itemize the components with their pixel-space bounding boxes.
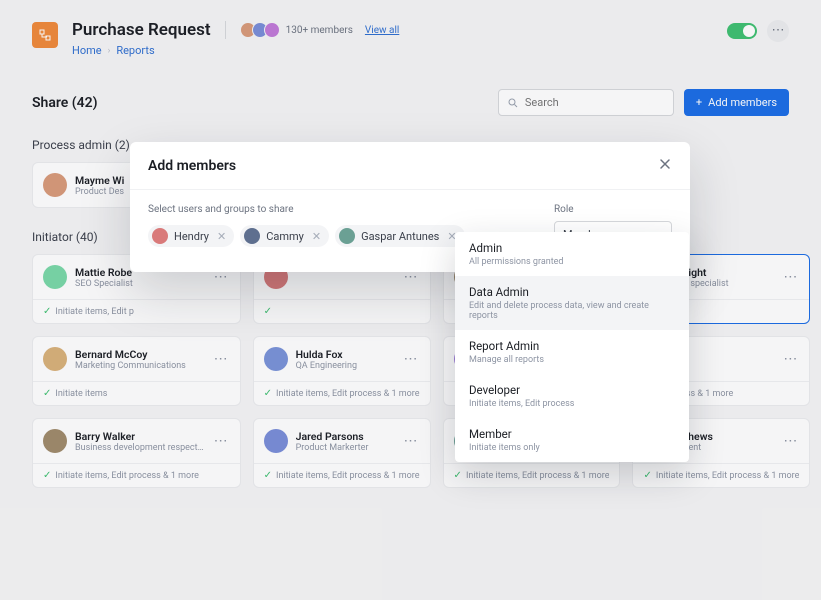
user-chip[interactable]: Cammy ✕ bbox=[240, 225, 329, 247]
role-option-title: Admin bbox=[469, 241, 675, 255]
remove-chip-icon[interactable]: ✕ bbox=[217, 230, 226, 243]
chip-label: Hendry bbox=[174, 230, 209, 243]
role-option-title: Report Admin bbox=[469, 339, 675, 353]
role-option-desc: Edit and delete process data, view and c… bbox=[469, 301, 675, 321]
avatar bbox=[152, 228, 168, 244]
role-option[interactable]: Member Initiate items only bbox=[455, 418, 689, 462]
role-dropdown: Admin All permissions granted Data Admin Ed… bbox=[455, 232, 689, 462]
role-label: Role bbox=[554, 204, 672, 215]
role-option-desc: Initiate items, Edit process bbox=[469, 399, 675, 409]
chip-label: Gaspar Antunes bbox=[361, 230, 439, 243]
remove-chip-icon[interactable]: ✕ bbox=[312, 230, 321, 243]
role-option-desc: Manage all reports bbox=[469, 355, 675, 365]
modal-scrim[interactable] bbox=[0, 0, 821, 600]
avatar bbox=[339, 228, 355, 244]
avatar bbox=[244, 228, 260, 244]
chip-label: Cammy bbox=[266, 230, 304, 243]
role-option[interactable]: Data Admin Edit and delete process data, … bbox=[455, 276, 689, 330]
role-option[interactable]: Admin All permissions granted bbox=[455, 232, 689, 276]
close-icon[interactable] bbox=[658, 156, 672, 175]
role-option-title: Developer bbox=[469, 383, 675, 397]
role-option-title: Data Admin bbox=[469, 285, 675, 299]
role-option-desc: All permissions granted bbox=[469, 257, 675, 267]
select-users-label: Select users and groups to share bbox=[148, 204, 536, 215]
modal-title: Add members bbox=[148, 158, 658, 174]
role-option[interactable]: Report Admin Manage all reports bbox=[455, 330, 689, 374]
user-chip[interactable]: Hendry ✕ bbox=[148, 225, 234, 247]
user-chip[interactable]: Gaspar Antunes✕ bbox=[335, 225, 465, 247]
role-option[interactable]: Developer Initiate items, Edit process bbox=[455, 374, 689, 418]
role-option-title: Member bbox=[469, 427, 675, 441]
role-option-desc: Initiate items only bbox=[469, 443, 675, 453]
